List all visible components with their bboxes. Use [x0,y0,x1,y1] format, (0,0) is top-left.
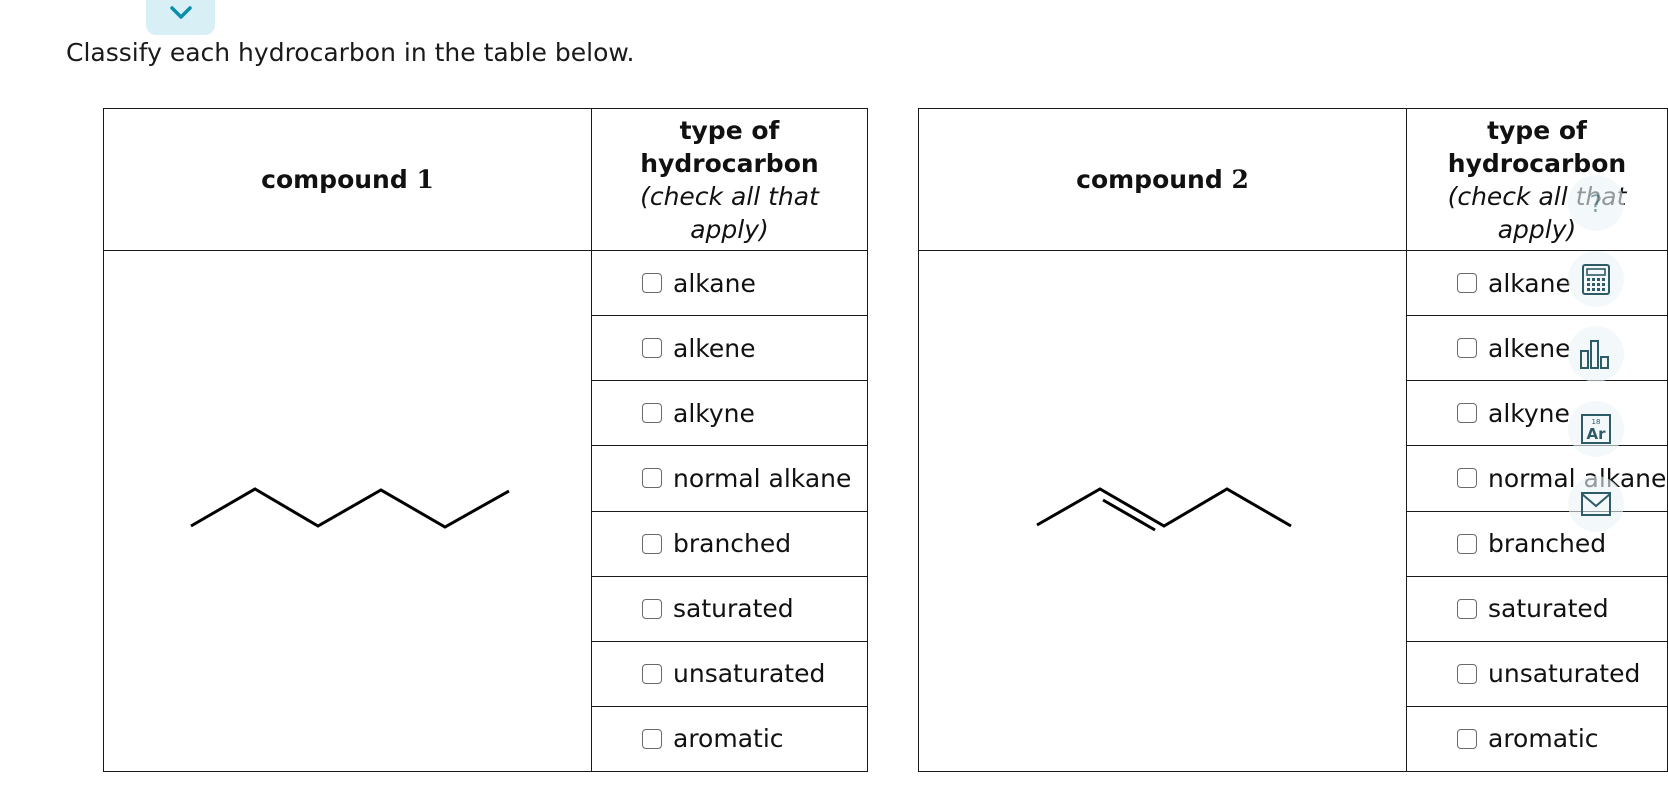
option-aromatic[interactable]: aromatic [593,707,867,770]
checkbox[interactable] [1457,403,1477,424]
checkbox[interactable] [1457,338,1477,359]
checkbox[interactable] [1457,273,1477,294]
compound-1-number: 1 [416,165,434,194]
option-normal-alkane[interactable]: normal alkane [1408,447,1667,510]
option-unsaturated[interactable]: unsaturated [593,642,867,705]
bar-chart-icon [1580,340,1609,369]
checkbox[interactable] [1457,533,1477,554]
skeletal-structure-compound-2 [1036,487,1292,532]
checkbox[interactable] [642,728,662,749]
svg-text:Ar: Ar [1586,425,1606,443]
option-alkene[interactable]: alkene [593,317,867,380]
help-button[interactable]: ? [1568,175,1624,231]
compound-2-number: 2 [1231,165,1249,194]
svg-text:?: ? [1590,190,1603,218]
data-button[interactable] [1568,326,1624,382]
option-normal-alkane[interactable]: normal alkane [593,447,867,510]
compound-1-heading: compound 1 [103,108,592,251]
compound-1-structure-cell [103,250,592,772]
option-cell: alkane [591,249,868,317]
option-alkane[interactable]: alkane [1408,252,1667,315]
checkbox[interactable] [642,338,662,359]
message-button[interactable] [1568,476,1624,532]
option-alkyne[interactable]: alkyne [1408,382,1667,445]
chevron-down-icon [170,6,192,19]
checkbox[interactable] [1457,468,1477,489]
compound-1-table: compound 1 type of hydrocarbon (check al… [103,108,868,773]
option-alkyne[interactable]: alkyne [593,382,867,445]
calculator-icon [1582,264,1610,295]
checkbox[interactable] [1457,598,1477,619]
type-heading-1: type of hydrocarbon (check all that appl… [591,108,868,251]
checkbox[interactable] [642,468,662,489]
option-alkene[interactable]: alkene [1408,317,1667,380]
checkbox[interactable] [1457,663,1477,684]
checkbox[interactable] [1457,728,1477,749]
option-saturated[interactable]: saturated [1408,577,1667,640]
collapse-button[interactable] [146,0,215,35]
option-unsaturated[interactable]: unsaturated [1408,642,1667,705]
option-branched[interactable]: branched [593,512,867,575]
periodic-table-icon: 18 Ar [1581,414,1611,444]
checkbox[interactable] [642,533,662,554]
checkbox[interactable] [642,273,662,294]
checkbox[interactable] [642,403,662,424]
help-icon: ? [1590,190,1603,218]
periodic-table-button[interactable]: 18 Ar [1568,401,1624,457]
compound-2-structure-cell [918,250,1407,772]
option-saturated[interactable]: saturated [593,577,867,640]
checkbox[interactable] [642,598,662,619]
compound-2-heading: compound 2 [918,108,1407,251]
option-branched[interactable]: branched [1408,512,1667,575]
option-alkane[interactable]: alkane [593,252,867,315]
compound-2-table: compound 2 type of hydrocarbon (check al… [918,108,1668,773]
option-aromatic[interactable]: aromatic [1408,707,1667,770]
envelope-icon [1581,492,1611,516]
instructions-text: Classify each hydrocarbon in the table b… [66,38,635,67]
checkbox[interactable] [642,663,662,684]
skeletal-structure-compound-1 [190,487,510,529]
calculator-button[interactable] [1568,251,1624,307]
type-heading-2: type of hydrocarbon (check all that appl… [1406,108,1668,251]
